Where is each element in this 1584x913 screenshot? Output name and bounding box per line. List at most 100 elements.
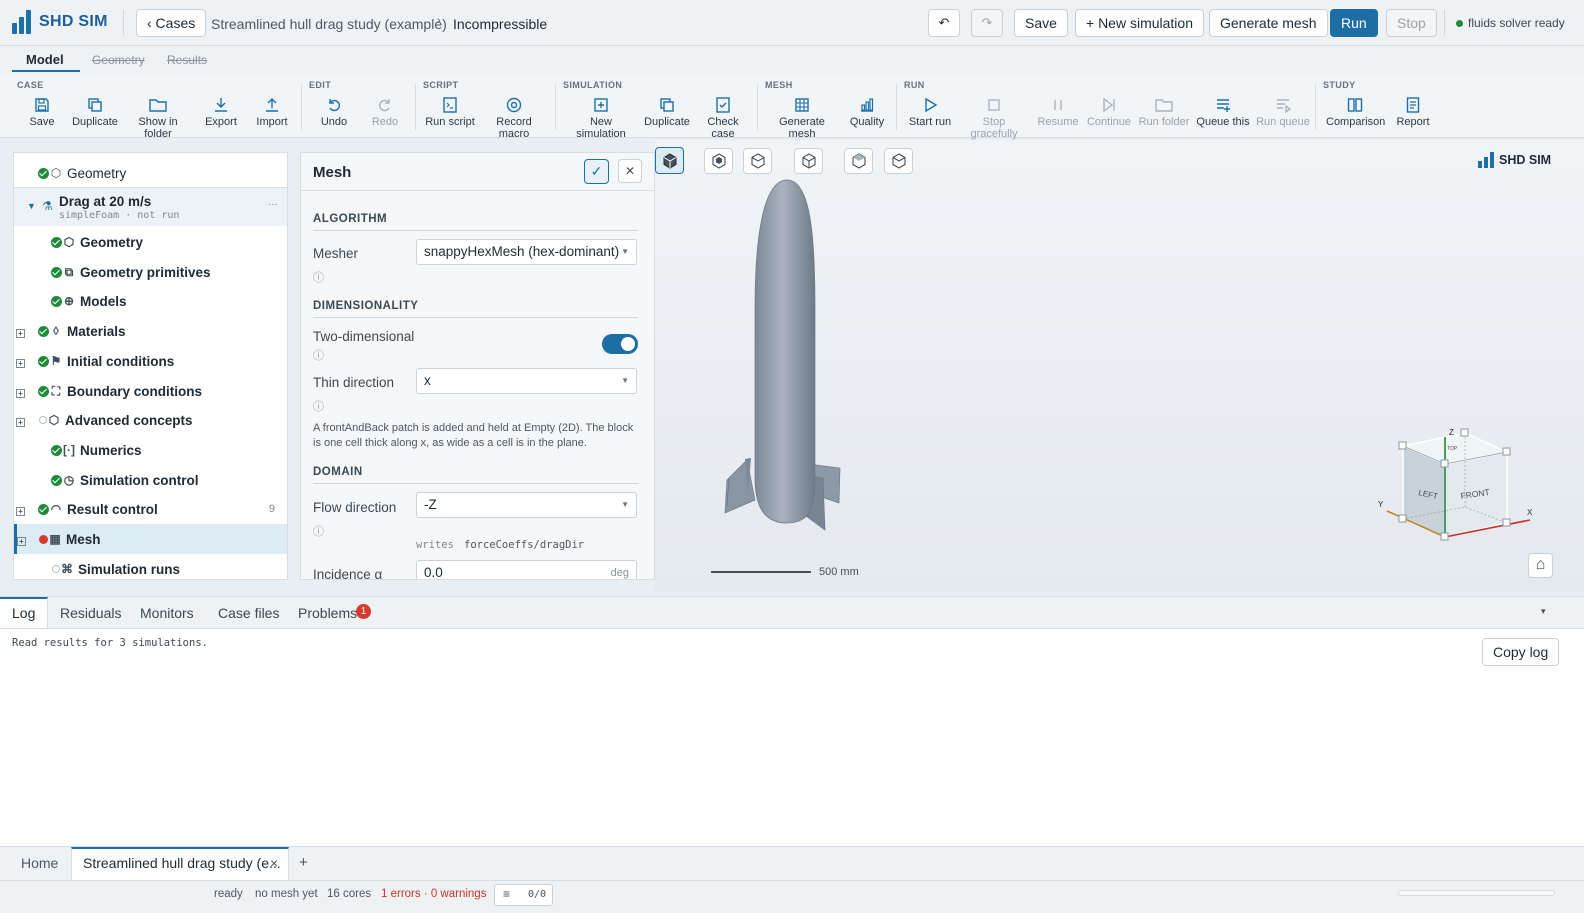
view-top-cube-icon[interactable] bbox=[844, 148, 873, 174]
save-button[interactable]: Save bbox=[1014, 9, 1068, 37]
ribbon-check-case-button[interactable]: Check case bbox=[697, 94, 749, 140]
incidence-input[interactable]: 0.0 deg bbox=[416, 560, 637, 579]
view-front-cube-icon[interactable] bbox=[704, 148, 733, 174]
ribbon-duplicate-button[interactable]: Duplicate bbox=[70, 94, 120, 128]
flag-icon: ⚑ bbox=[50, 354, 62, 368]
confirm-icon[interactable]: ✓ bbox=[584, 159, 609, 184]
tab-results[interactable]: Results bbox=[167, 53, 207, 67]
info-icon[interactable]: ⓘ bbox=[313, 398, 324, 414]
tab-log[interactable]: Log bbox=[12, 605, 35, 621]
ribbon-show-in-folder-button[interactable]: Show in folder bbox=[124, 94, 192, 140]
ribbon-save-button[interactable]: Save bbox=[26, 94, 58, 128]
redo-icon[interactable]: ↷ bbox=[971, 9, 1003, 37]
info-icon[interactable]: ⓘ bbox=[313, 347, 324, 363]
rocket-model[interactable] bbox=[715, 178, 845, 553]
view-iso-cube-icon[interactable] bbox=[655, 147, 684, 174]
ribbon-undo-button[interactable]: Undo bbox=[318, 94, 350, 128]
simulation-header[interactable]: ▼ ⚗ Drag at 20 m/s simpleFoam · not run … bbox=[14, 188, 287, 226]
tree-item-geometry-primitives[interactable]: ⧉ Geometry primitives bbox=[14, 257, 287, 287]
thin-direction-select[interactable]: x ▼ bbox=[416, 368, 637, 394]
flow-direction-select[interactable]: -Z ▼ bbox=[416, 492, 637, 518]
breadcrumb-project[interactable]: Streamlined hull drag study (example) bbox=[211, 16, 447, 32]
view-back-cube-icon[interactable] bbox=[743, 148, 772, 174]
orientation-gizmo[interactable]: Z Y X LEFT FRONT TOP bbox=[1375, 425, 1555, 550]
stop-button[interactable]: Stop bbox=[1386, 9, 1437, 37]
tree-item-result-control[interactable]: + ◠ Result control 9 bbox=[14, 494, 287, 524]
ribbon-import-button[interactable]: Import bbox=[253, 94, 291, 128]
folder-icon bbox=[1138, 94, 1190, 116]
tree-item-models[interactable]: ⊕ Models bbox=[14, 286, 287, 316]
expand-icon[interactable]: + bbox=[16, 358, 25, 368]
ribbon-start-run-button[interactable]: Start run bbox=[908, 94, 952, 128]
run-button[interactable]: Run bbox=[1330, 9, 1378, 37]
expand-icon[interactable]: + bbox=[16, 506, 25, 516]
ribbon-run-folder-button[interactable]: Run folder bbox=[1138, 94, 1190, 128]
tree-item-geometry[interactable]: ⬡ Geometry bbox=[14, 227, 287, 257]
info-icon[interactable]: ⓘ bbox=[313, 269, 324, 285]
ribbon-export-button[interactable]: Export bbox=[202, 94, 240, 128]
tab-geometry[interactable]: Geometry bbox=[92, 53, 145, 67]
ribbon-label: Generate mesh bbox=[779, 116, 825, 140]
collapse-panel-icon[interactable]: ▾ bbox=[1541, 606, 1546, 617]
new-simulation-button[interactable]: + New simulation bbox=[1075, 9, 1204, 37]
back-to-cases-button[interactable]: ‹ Cases bbox=[136, 9, 207, 37]
undo-icon[interactable]: ↶ bbox=[928, 9, 960, 37]
tree-item-advanced-concepts[interactable]: + ⬡ Advanced concepts bbox=[14, 405, 287, 435]
view-side-cube-icon[interactable] bbox=[794, 148, 823, 174]
tree-item-mesh[interactable]: + ▦ Mesh bbox=[14, 524, 287, 554]
mesher-select[interactable]: snappyHexMesh (hex-dominant) ▼ bbox=[416, 239, 637, 265]
queue-indicator[interactable]: ≡ 0/0 bbox=[494, 884, 553, 906]
expand-icon[interactable]: + bbox=[16, 417, 25, 427]
view-bottom-cube-icon[interactable] bbox=[884, 148, 913, 174]
tab-monitors[interactable]: Monitors bbox=[140, 605, 194, 621]
tree-item-materials[interactable]: + ◊ Materials bbox=[14, 316, 287, 346]
home-view-icon[interactable]: ⌂ bbox=[1528, 553, 1553, 578]
collapse-caret-icon[interactable]: ▼ bbox=[27, 201, 36, 211]
3d-viewport[interactable]: SHD SIM 500 mm Z Y X LEFT FRONT TOP ⌂ bbox=[655, 140, 1584, 592]
group-run: RUN bbox=[904, 80, 925, 90]
tree-item-numerics[interactable]: [·] Numerics bbox=[14, 435, 287, 465]
tab-case-files[interactable]: Case files bbox=[218, 605, 279, 621]
tree-item-simulation-control[interactable]: ◷ Simulation control bbox=[14, 465, 287, 495]
status-problems[interactable]: 1 errors · 0 warnings bbox=[381, 888, 486, 900]
ribbon-duplicate-sim-button[interactable]: Duplicate bbox=[644, 94, 690, 128]
copy-log-button[interactable]: Copy log bbox=[1482, 638, 1560, 666]
ribbon-report-button[interactable]: Report bbox=[1393, 94, 1433, 128]
close-icon[interactable]: ✕ bbox=[618, 159, 642, 183]
expand-icon[interactable]: + bbox=[16, 388, 25, 398]
tree-item-boundary-conditions[interactable]: + ⛶ Boundary conditions bbox=[14, 376, 287, 406]
ribbon-generate-mesh-button[interactable]: Generate mesh bbox=[768, 94, 836, 140]
ribbon-run-queue-button[interactable]: Run queue bbox=[1256, 94, 1310, 128]
tree-item-initial-conditions[interactable]: + ⚑ Initial conditions bbox=[14, 346, 287, 376]
thin-direction-label: Thin direction bbox=[313, 375, 395, 390]
tree-item-top-geometry[interactable]: ⬡ Geometry bbox=[14, 158, 287, 188]
ribbon-quality-button[interactable]: Quality bbox=[848, 94, 886, 128]
add-tab-icon[interactable]: + bbox=[299, 854, 308, 871]
ribbon-record-macro-button[interactable]: Record macro bbox=[482, 94, 546, 140]
ribbon-queue-this-button[interactable]: Queue this bbox=[1196, 94, 1250, 128]
ribbon-label: Report bbox=[1396, 116, 1430, 128]
ribbon-comparison-button[interactable]: Comparison bbox=[1326, 94, 1385, 128]
log-output[interactable]: Read results for 3 simulations. Copy log bbox=[0, 628, 1584, 846]
tab-close-icon[interactable]: × bbox=[270, 855, 278, 871]
ribbon-stop-gracefully-button[interactable]: Stop gracefully bbox=[958, 94, 1030, 140]
ribbon-redo-button[interactable]: Redo bbox=[369, 94, 401, 128]
download-icon bbox=[202, 94, 240, 116]
ribbon-run-script-button[interactable]: Run script bbox=[424, 94, 476, 128]
expand-icon[interactable]: + bbox=[17, 536, 26, 546]
tab-residuals[interactable]: Residuals bbox=[60, 605, 121, 621]
ribbon-continue-button[interactable]: Continue bbox=[1086, 94, 1132, 128]
tab-model[interactable]: Model bbox=[26, 52, 64, 67]
ribbon-new-simulation-button[interactable]: New simulation bbox=[567, 94, 635, 140]
tab-problems[interactable]: Problems bbox=[298, 605, 357, 621]
generate-mesh-button[interactable]: Generate mesh bbox=[1209, 9, 1328, 37]
ribbon-resume-button[interactable]: Resume bbox=[1037, 94, 1079, 128]
expand-icon[interactable]: + bbox=[16, 328, 25, 338]
simulation-menu-icon[interactable]: ··· bbox=[268, 199, 278, 210]
tab-home[interactable]: Home bbox=[21, 855, 58, 871]
tree-label: Models bbox=[80, 293, 127, 309]
two-dimensional-toggle[interactable] bbox=[602, 334, 638, 354]
ribbon-label: Undo bbox=[320, 116, 348, 128]
tree-item-simulation-runs[interactable]: ⌘ Simulation runs bbox=[14, 554, 287, 579]
info-icon[interactable]: ⓘ bbox=[313, 523, 324, 539]
